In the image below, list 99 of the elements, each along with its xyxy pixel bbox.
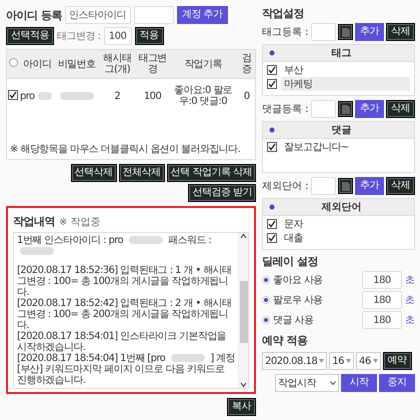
column-header[interactable]: 아이디	[19, 50, 56, 78]
delay-field[interactable]: 180	[362, 311, 402, 329]
add-button[interactable]: 추가	[355, 23, 384, 41]
radio-icon	[269, 50, 275, 56]
status-text: ※ 작업중	[59, 216, 101, 229]
checkbox[interactable]	[267, 64, 277, 74]
list-header-title: 제외단어	[320, 201, 362, 214]
section-title: 작업설정	[262, 6, 305, 21]
log-line: 1번째 인스타아이디 : pro 패스워드 :	[17, 235, 235, 257]
caret-icon	[330, 381, 336, 385]
reserve-button[interactable]: 예약	[382, 352, 412, 370]
delete-button[interactable]: 삭제	[386, 177, 415, 195]
column-header[interactable]: 비밀번호	[56, 50, 98, 78]
table-cell: 0	[238, 78, 255, 113]
folder-icon	[342, 104, 350, 114]
radio-button[interactable]	[8, 58, 18, 67]
log-line: [2020.08.17 18:54:04] 1번째 [pro ] 계정 [부산] 키워드마지막 페이지 이므로 다음 키워드로 진행하겠습니다.	[17, 353, 235, 386]
apply-button[interactable]: 적용	[134, 27, 164, 45]
list-item[interactable]: 부산	[281, 62, 410, 76]
scroll-up-icon[interactable]	[240, 233, 247, 239]
radio-button[interactable]	[262, 296, 270, 304]
checkbox[interactable]	[8, 90, 18, 100]
tag-change-field[interactable]: 100	[104, 27, 132, 45]
checkbox[interactable]	[267, 218, 277, 228]
table-cell: 2	[98, 78, 138, 113]
caret-icon	[346, 359, 351, 363]
folder-button[interactable]	[338, 24, 353, 40]
panel-title: 작업내역	[13, 214, 55, 229]
add-button[interactable]: 추가	[355, 100, 384, 118]
list-item[interactable]: 마케팅	[281, 76, 410, 90]
list-item[interactable]: 잘보고갑니다~	[281, 140, 410, 154]
log-line: [2020.08.17 18:52:36] 입력된태그 : 1 개 • 해시태그변경 : 100= 총 100개의 게시글을 작업하게됩니다.	[17, 265, 232, 298]
list-header-title: 태그	[330, 47, 352, 60]
column-header[interactable]: 태그변경	[137, 50, 168, 78]
delete-button[interactable]: 삭제	[386, 100, 415, 118]
minute-select[interactable]: 46	[356, 352, 381, 370]
list-item[interactable]: 대출	[281, 230, 410, 244]
table-cell: 좋아요:0 팔로우:0 댓글:0	[168, 78, 238, 113]
input-label: 제외단어 :	[262, 180, 309, 193]
mode-select[interactable]: 작업시작	[275, 374, 339, 392]
delay-field[interactable]: 180	[362, 291, 402, 309]
table-action-button[interactable]: 전체삭제	[118, 164, 165, 182]
stop-button[interactable]: 중지	[379, 374, 415, 392]
log-line: [2020.08.17 18:52:42] 입력된태그 : 2 개 • 해시태그변경 : 100= 총 200개의 게시글을 작업하게됩니다.	[17, 298, 232, 331]
table-cell: 100	[137, 78, 168, 113]
delete-button[interactable]: 삭제	[386, 23, 415, 41]
add-account-button[interactable]: 계정 추가	[176, 6, 228, 24]
text-field[interactable]	[310, 177, 336, 195]
column-header[interactable]: 검증	[238, 50, 255, 78]
scroll-down-icon[interactable]	[240, 382, 247, 388]
date-select[interactable]: 2020.08.18	[262, 352, 328, 370]
folder-button[interactable]	[338, 101, 353, 117]
section-title: 아이디 등록	[6, 8, 62, 22]
hint-text: ※ 해당항목을 마우스 더블클릭시 옵션이 불러와집니다.	[9, 143, 242, 157]
unit-label: 초	[405, 274, 415, 287]
log-line: [2020.08.17 18:54:01] 인스타라이크 기본작업을 시작하겠습니다.	[17, 331, 228, 353]
folder-button[interactable]	[338, 178, 353, 194]
section-title: 예약 적용	[262, 333, 308, 348]
table-action-button[interactable]: 선택 작업기록 삭제	[166, 164, 256, 182]
delay-field[interactable]: 180	[362, 271, 402, 289]
table-action-button[interactable]: 선택삭제	[70, 164, 117, 182]
start-button[interactable]: 시작	[341, 374, 377, 392]
column-header[interactable]: 해시태그(개)	[98, 50, 138, 78]
scrollbar[interactable]	[238, 233, 248, 388]
radio-icon	[269, 127, 275, 133]
text-field[interactable]	[134, 6, 174, 24]
table-action-button[interactable]: 선택검증 받기	[188, 184, 256, 202]
caret-icon	[319, 359, 324, 363]
option-label: 좋아요 사용	[273, 274, 323, 287]
add-button[interactable]: 추가	[355, 177, 384, 195]
table-cell: pro	[20, 90, 35, 102]
input-label: 태그변경 :	[57, 30, 101, 43]
column-header[interactable]: 작업기록	[168, 50, 238, 78]
radio-button[interactable]	[262, 276, 270, 284]
blurred-text	[60, 92, 94, 100]
text-field[interactable]	[310, 100, 336, 118]
text-field[interactable]	[310, 23, 336, 41]
unit-label: 초	[405, 294, 415, 307]
id-field[interactable]: 인스타아이디	[64, 6, 131, 24]
copy-button[interactable]: 복사	[227, 398, 256, 416]
input-label: 댓글등록 :	[262, 103, 309, 116]
radio-icon	[269, 204, 275, 210]
radio-button[interactable]	[262, 316, 270, 324]
section-title: 딜레이 설정	[262, 254, 319, 269]
checkbox[interactable]	[267, 142, 277, 152]
folder-icon	[342, 28, 350, 36]
option-label: 팔로우 사용	[273, 294, 323, 307]
option-label: 댓글 사용	[273, 314, 314, 327]
caret-icon	[372, 359, 378, 363]
folder-icon	[342, 182, 350, 190]
hour-select[interactable]: 16	[329, 352, 354, 370]
blurred-text	[38, 92, 52, 100]
input-label: 태그등록 :	[262, 26, 309, 39]
apply-selected-button[interactable]: 선택적용	[6, 27, 54, 45]
unit-label: 초	[405, 314, 415, 327]
list-header-title: 댓글	[330, 124, 352, 137]
checkbox[interactable]	[267, 232, 277, 242]
list-item[interactable]: 문자	[281, 216, 410, 230]
checkbox[interactable]	[267, 78, 277, 88]
